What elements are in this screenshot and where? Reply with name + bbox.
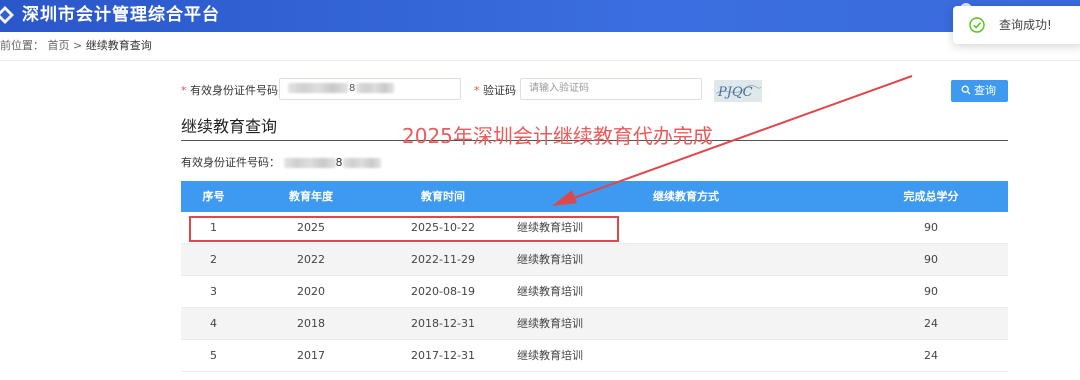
redacted-id-part bbox=[288, 83, 348, 93]
redacted-id-part bbox=[342, 158, 381, 168]
id-number-visible: 8 bbox=[349, 83, 356, 94]
captcha-text: PJQC bbox=[717, 85, 753, 100]
success-toast: 查询成功! bbox=[953, 6, 1080, 44]
result-id-line: 有效身份证件号码： 8 bbox=[181, 155, 381, 171]
captcha-image[interactable]: PJQC bbox=[714, 80, 762, 102]
cell-no: 4 bbox=[210, 317, 217, 330]
cell-year: 2018 bbox=[297, 317, 325, 330]
required-mark: * bbox=[474, 84, 480, 97]
required-mark: * bbox=[181, 84, 187, 97]
captcha-noise-icon: PJQC bbox=[714, 80, 762, 102]
table-row: 5 2017 2017-12-31 继续教育培训 24 bbox=[181, 340, 1008, 372]
column-header-method: 继续教育方式 bbox=[653, 190, 719, 203]
cell-date: 2020-08-19 bbox=[411, 285, 475, 298]
cell-year: 2020 bbox=[297, 285, 325, 298]
cell-no: 5 bbox=[210, 349, 217, 362]
cell-year: 2022 bbox=[297, 253, 325, 266]
id-number-label-text: 有效身份证件号码 bbox=[190, 84, 278, 97]
cell-method: 继续教育培训 bbox=[517, 349, 583, 362]
table-row: 2 2022 2022-11-29 继续教育培训 90 bbox=[181, 244, 1008, 276]
captcha-label-text: 验证码 bbox=[483, 84, 516, 97]
search-icon bbox=[961, 85, 971, 95]
cell-date: 2017-12-31 bbox=[411, 349, 475, 362]
id-number-label: * 有效身份证件号码 bbox=[181, 84, 278, 98]
cell-no: 3 bbox=[210, 285, 217, 298]
annotation-text: 2025年深圳会计继续教育代办完成 bbox=[402, 124, 713, 148]
section-title: 继续教育查询 bbox=[181, 117, 278, 136]
column-header-credits: 完成总学分 bbox=[903, 190, 959, 203]
breadcrumb: 前位置： 首页 > 继续教育查询 bbox=[0, 37, 152, 55]
table-row: 3 2020 2020-08-19 继续教育培训 90 bbox=[181, 276, 1008, 308]
breadcrumb-prefix: 前位置： bbox=[0, 39, 44, 52]
captcha-placeholder: 请输入验证码 bbox=[529, 83, 589, 94]
table-header-row: 序号 教育年度 教育时间 继续教育方式 完成总学分 bbox=[181, 181, 1008, 212]
toast-message: 查询成功! bbox=[999, 18, 1052, 32]
site-title: 深圳市会计管理综合平台 bbox=[22, 5, 220, 25]
education-table: 序号 教育年度 教育时间 继续教育方式 完成总学分 1 2025 2025-10… bbox=[181, 181, 1008, 372]
redacted-id-part bbox=[283, 158, 336, 168]
breadcrumb-home-link[interactable]: 首页 bbox=[48, 39, 70, 52]
result-id-label: 有效身份证件号码： bbox=[181, 156, 280, 169]
cell-credits: 24 bbox=[924, 317, 938, 330]
annotation-highlight-box bbox=[189, 216, 619, 242]
page: 深圳市会计管理综合平台 前位置： 首页 > 继续教育查询 查询成功! * 有效身… bbox=[0, 0, 1080, 380]
result-id-visible: 8 bbox=[335, 156, 343, 169]
cell-no: 2 bbox=[210, 253, 217, 266]
check-circle-icon bbox=[969, 17, 985, 33]
query-button[interactable]: 查询 bbox=[951, 80, 1008, 102]
top-header-bar: 深圳市会计管理综合平台 bbox=[0, 0, 1080, 32]
captcha-input[interactable]: 请输入验证码 bbox=[520, 78, 702, 100]
platform-logo-icon bbox=[0, 6, 14, 24]
cell-date: 2022-11-29 bbox=[411, 253, 475, 266]
redacted-id-part bbox=[356, 83, 395, 93]
captcha-label: * 验证码 bbox=[474, 84, 516, 98]
breadcrumb-current: 继续教育查询 bbox=[85, 39, 152, 52]
cell-method: 继续教育培训 bbox=[517, 253, 583, 266]
cell-method: 继续教育培训 bbox=[517, 317, 583, 330]
breadcrumb-separator: > bbox=[73, 39, 83, 52]
column-header-no: 序号 bbox=[202, 190, 225, 203]
breadcrumb-divider bbox=[0, 60, 1080, 61]
cell-credits: 90 bbox=[924, 285, 938, 298]
cell-year: 2017 bbox=[297, 349, 325, 362]
id-number-input[interactable]: 8 bbox=[279, 78, 461, 100]
column-header-year: 教育年度 bbox=[289, 190, 333, 203]
cell-credits: 90 bbox=[924, 253, 938, 266]
cell-credits: 90 bbox=[924, 221, 938, 234]
cell-method: 继续教育培训 bbox=[517, 285, 583, 298]
query-button-label: 查询 bbox=[974, 84, 996, 97]
cell-credits: 24 bbox=[924, 349, 938, 362]
cell-date: 2018-12-31 bbox=[411, 317, 475, 330]
table-row: 4 2018 2018-12-31 继续教育培训 24 bbox=[181, 308, 1008, 340]
column-header-date: 教育时间 bbox=[421, 190, 465, 203]
